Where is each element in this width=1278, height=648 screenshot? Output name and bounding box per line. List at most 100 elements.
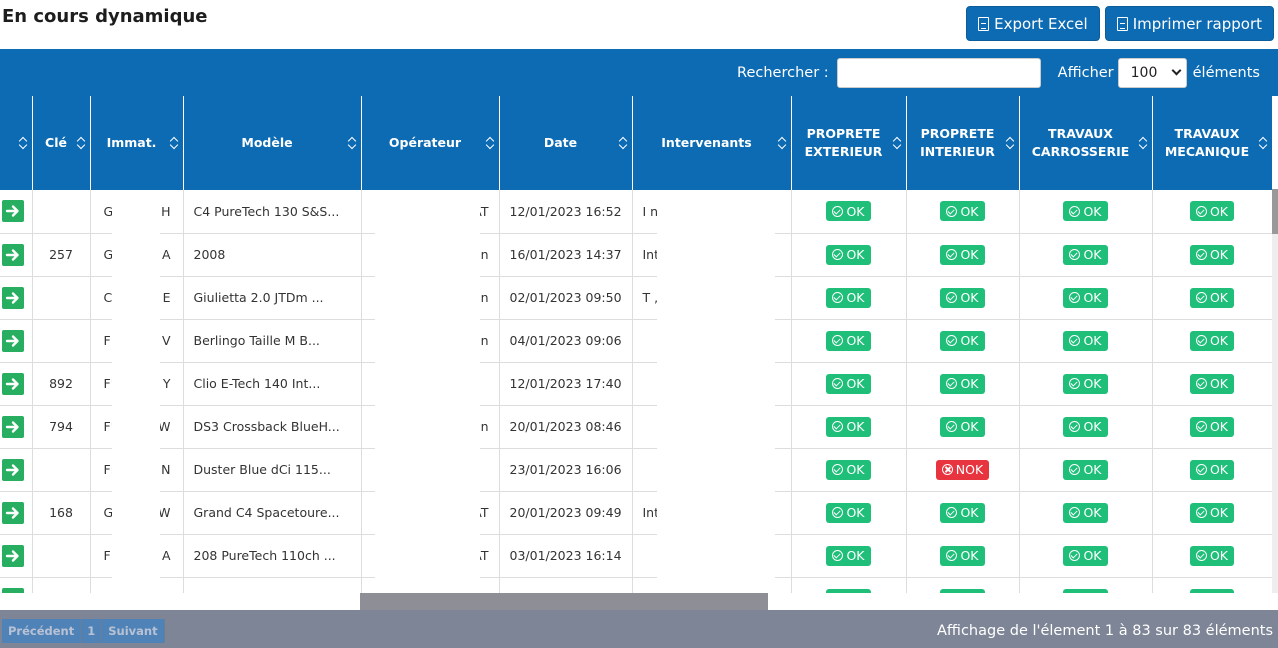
status-badge-label: NOK bbox=[955, 462, 984, 477]
open-record-button[interactable] bbox=[2, 243, 24, 266]
open-record-button[interactable] bbox=[2, 200, 24, 223]
check-circle-icon bbox=[1195, 550, 1207, 561]
table-row[interactable]: 168 G. W Grand C4 Spacetoure... AT 20/01/2023… bbox=[0, 491, 1272, 535]
status-badge-label: OK bbox=[1083, 376, 1102, 391]
status-cell: OK bbox=[1019, 448, 1153, 492]
modele-cell: Clio E-Tech 140 Int... bbox=[183, 362, 362, 406]
date-cell: 20/01/2023 08:46 bbox=[499, 405, 633, 449]
status-badge: OK bbox=[940, 545, 985, 566]
column-header-label: Immat. bbox=[106, 135, 157, 150]
open-record-button[interactable] bbox=[2, 544, 24, 567]
export-excel-label: Export Excel bbox=[994, 14, 1088, 33]
table-row[interactable]: F A 208 PureTech 110ch ... AT 03/01/2023 16:… bbox=[0, 534, 1272, 578]
export-excel-button[interactable]: Export Excel bbox=[966, 6, 1100, 41]
status-badge-label: OK bbox=[1209, 462, 1229, 477]
column-header-intervenants[interactable]: Intervenants bbox=[632, 96, 792, 190]
column-header-label: Intervenants bbox=[661, 135, 752, 150]
table-row[interactable]: FI N Duster Blue dCi 115... 23/01/2023 16:0… bbox=[0, 448, 1272, 492]
status-badge-label: OK bbox=[1083, 290, 1102, 305]
redaction-block bbox=[375, 190, 480, 600]
status-badge: OK bbox=[826, 502, 871, 523]
table-row[interactable]: FXC5 Aircross BlueHDi...OKOKOKOK bbox=[0, 577, 1272, 593]
table-row[interactable]: 794 F' W DS3 Crossback BlueH... n 20/01/2023 … bbox=[0, 405, 1272, 449]
x-circle-icon bbox=[941, 464, 953, 475]
status-badge-label: OK bbox=[960, 290, 979, 305]
status-badge: OK bbox=[1063, 201, 1108, 222]
open-record-button[interactable] bbox=[2, 372, 24, 395]
status-cell: OK bbox=[1019, 319, 1153, 363]
column-header-date[interactable]: Date bbox=[499, 96, 633, 190]
pagination: Précédent 1 Suivant bbox=[2, 619, 165, 643]
table-row[interactable]: F V Berlingo Taille M B... n 04/01/2023 09:0… bbox=[0, 319, 1272, 363]
status-badge: OK bbox=[940, 416, 985, 437]
search-input[interactable] bbox=[836, 57, 1041, 88]
check-circle-icon bbox=[1069, 464, 1081, 475]
column-header-operateur[interactable]: Opérateur bbox=[361, 96, 500, 190]
status-badge-label: OK bbox=[1083, 333, 1102, 348]
open-record-button[interactable] bbox=[2, 501, 24, 524]
redaction-block bbox=[112, 190, 160, 600]
status-cell: OK bbox=[791, 319, 907, 363]
vertical-scroll-thumb[interactable] bbox=[1272, 189, 1278, 234]
open-record-button[interactable] bbox=[2, 329, 24, 352]
next-page-button[interactable]: Suivant bbox=[102, 619, 165, 643]
cle-cell bbox=[32, 534, 91, 578]
page-1-button[interactable]: 1 bbox=[81, 619, 103, 643]
action-cell bbox=[0, 534, 33, 578]
column-header-immat[interactable]: Immat. bbox=[90, 96, 184, 190]
check-circle-icon bbox=[1195, 464, 1207, 475]
table-row[interactable]: G H C4 PureTech 130 S&S... AT 12/01/2023 16:… bbox=[0, 190, 1272, 234]
status-cell: OK bbox=[1019, 534, 1153, 578]
sort-icon bbox=[1260, 137, 1266, 149]
status-badge-label: OK bbox=[1209, 247, 1229, 262]
column-header-action[interactable] bbox=[0, 96, 33, 190]
status-badge-label: OK bbox=[846, 548, 865, 563]
modele-cell: C4 PureTech 130 S&S... bbox=[183, 190, 362, 234]
data-table-container: Clé Immat. Modèle Opérateur Date Intervenants… bbox=[0, 96, 1272, 593]
page-size-select[interactable]: 100 bbox=[1117, 57, 1187, 88]
vertical-scrollbar[interactable] bbox=[1272, 189, 1278, 609]
check-circle-icon bbox=[946, 378, 958, 389]
immat-suffix: E bbox=[162, 290, 171, 305]
status-badge-label: OK bbox=[1083, 419, 1102, 434]
prev-page-button[interactable]: Précédent bbox=[2, 619, 82, 643]
column-header-travaux-carrosserie[interactable]: TRAVAUX CARROSSERIE bbox=[1019, 96, 1153, 190]
check-circle-icon bbox=[1195, 292, 1207, 303]
status-badge: OK bbox=[940, 373, 985, 394]
status-cell: OK bbox=[1019, 491, 1153, 535]
date-cell: 02/01/2023 09:50 bbox=[499, 276, 633, 320]
status-badge: OK bbox=[1189, 459, 1235, 480]
status-cell: OK bbox=[1019, 362, 1153, 406]
immat-prefix: C bbox=[103, 290, 113, 305]
status-cell: OK bbox=[1152, 319, 1272, 363]
open-record-button[interactable] bbox=[2, 286, 24, 309]
horizontal-scrollbar[interactable] bbox=[0, 593, 1278, 610]
status-badge-label: OK bbox=[1209, 419, 1229, 434]
status-cell: OK bbox=[1019, 577, 1153, 593]
column-header-modele[interactable]: Modèle bbox=[183, 96, 362, 190]
status-cell: OK bbox=[906, 190, 1020, 234]
status-cell: OK bbox=[1152, 534, 1272, 578]
status-cell: OK bbox=[1152, 276, 1272, 320]
table-row[interactable]: 257GA2008n16/01/2023 14:37Int AOKOKOKOK bbox=[0, 233, 1272, 277]
sort-icon bbox=[487, 137, 493, 149]
horizontal-scroll-thumb[interactable] bbox=[360, 593, 768, 610]
action-cell bbox=[0, 276, 33, 320]
open-record-button[interactable] bbox=[2, 415, 24, 438]
table-row[interactable]: 892 F' Y Clio E-Tech 140 Int... 12/01/2023 1… bbox=[0, 362, 1272, 406]
status-cell: OK bbox=[906, 405, 1020, 449]
status-cell: OK bbox=[906, 319, 1020, 363]
status-badge-label: OK bbox=[846, 290, 865, 305]
modele-cell: 2008 bbox=[183, 233, 362, 277]
table-row[interactable]: C E Giulietta 2.0 JTDm ... n 02/01/2023 09:5… bbox=[0, 276, 1272, 320]
column-header-cle[interactable]: Clé bbox=[32, 96, 91, 190]
cle-cell bbox=[32, 319, 91, 363]
column-header-travaux-mecanique[interactable]: TRAVAUX MECANIQUE bbox=[1152, 96, 1272, 190]
modele-cell: Duster Blue dCi 115... bbox=[183, 448, 362, 492]
status-cell: OK bbox=[791, 233, 907, 277]
open-record-button[interactable] bbox=[2, 458, 24, 481]
check-circle-icon bbox=[832, 464, 844, 475]
column-header-proprete-exterieur[interactable]: PROPRETE EXTERIEUR bbox=[791, 96, 907, 190]
column-header-proprete-interieur[interactable]: PROPRETE INTERIEUR bbox=[906, 96, 1020, 190]
print-report-button[interactable]: Imprimer rapport bbox=[1104, 6, 1274, 41]
